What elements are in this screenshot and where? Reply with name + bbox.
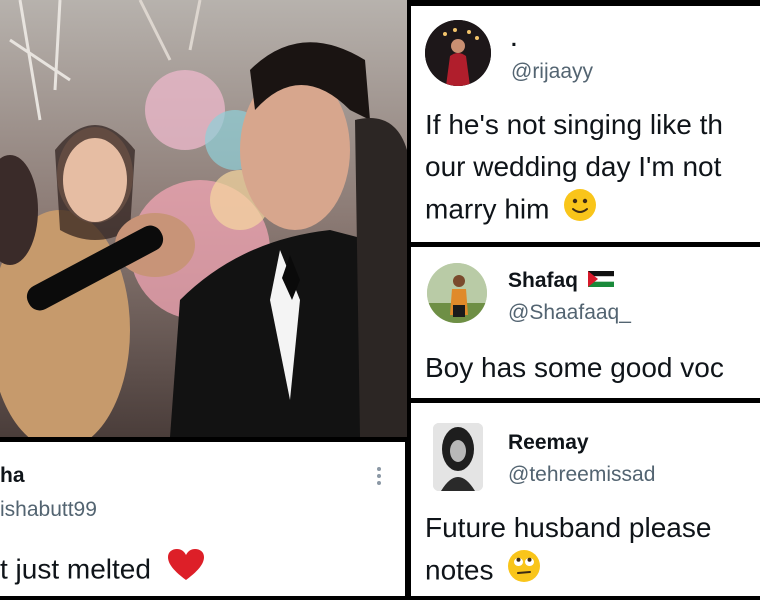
- tweet-text-line-3-words: marry him: [425, 193, 550, 225]
- user-handle[interactable]: @tehreemissad: [508, 463, 655, 487]
- slightly-smiling-face-icon: [563, 188, 597, 234]
- tweet-text-line-1: t just melted: [0, 548, 205, 594]
- display-name-text: Shafaq: [508, 269, 579, 292]
- more-options-icon[interactable]: [375, 466, 383, 486]
- tweet-text-line-3: marry him: [425, 188, 597, 234]
- avatar-photo-icon: [433, 423, 483, 491]
- avatar[interactable]: [427, 263, 487, 323]
- tweet-text-line-1-words: t just melted: [0, 553, 151, 585]
- user-handle[interactable]: ishabutt99: [0, 498, 97, 522]
- wedding-scene-illustration: [0, 0, 407, 437]
- tweet-card-rijaayy[interactable]: . @rijaayy If he's not singing like th o…: [411, 6, 760, 242]
- user-handle[interactable]: @Shaafaaq_: [508, 301, 631, 325]
- red-heart-icon: [167, 548, 205, 594]
- avatar-photo-icon: [427, 263, 487, 323]
- tweet-card-ishabutt99[interactable]: ha ishabutt99 t just melted: [0, 442, 405, 596]
- face-with-rolling-eyes-icon: [507, 549, 541, 595]
- palestine-flag-icon: [587, 269, 614, 293]
- video-frame-image: [0, 0, 407, 437]
- user-handle[interactable]: @rijaayy: [511, 60, 593, 84]
- display-name[interactable]: Reemay: [508, 431, 589, 455]
- avatar-photo-icon: [425, 20, 491, 86]
- avatar[interactable]: [425, 20, 491, 86]
- tweet-text-line-1: Future husband please: [425, 512, 712, 543]
- avatar[interactable]: [433, 423, 483, 491]
- tweet-card-tehreemissad[interactable]: Reemay @tehreemissad Future husband plea…: [411, 403, 760, 596]
- display-name[interactable]: .: [511, 28, 517, 52]
- tweet-text-line-1: If he's not singing like th: [425, 109, 723, 140]
- tweet-text-line-2-words: notes: [425, 554, 494, 586]
- display-name[interactable]: ha: [0, 464, 25, 488]
- tweet-text-line-2: notes: [425, 549, 541, 595]
- display-name[interactable]: Shafaq: [508, 269, 614, 293]
- tweet-text-line-2: our wedding day I'm not: [425, 151, 722, 182]
- tweet-text-line-1: Boy has some good voc: [425, 352, 724, 383]
- tweet-card-shaafaaq[interactable]: Shafaq @Shaafaaq_ Boy has some good voc: [411, 247, 760, 398]
